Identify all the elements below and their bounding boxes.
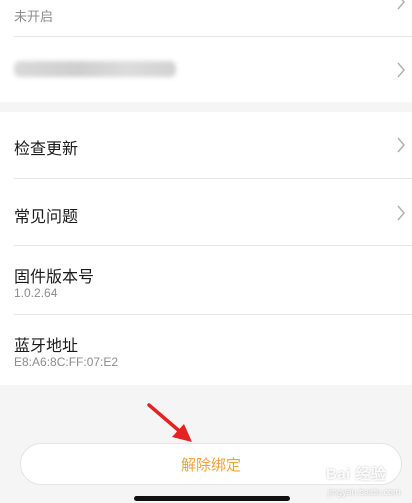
settings-group-top: 未开启 [0, 0, 412, 102]
baidu-watermark: Bai 经验 jingyan.baidu.com [324, 455, 406, 499]
faq-row[interactable]: 常见问题 [0, 179, 412, 245]
settings-group-device: 检查更新 常见问题 固件版本号 1.0.2.64 蓝牙地址 E8:A6:8C:F… [0, 112, 412, 385]
check-update-row[interactable]: 检查更新 [0, 112, 412, 178]
status-value: 未开启 [14, 9, 54, 24]
faq-label: 常见问题 [14, 209, 79, 226]
watermark-url: jingyan.baidu.com [328, 487, 401, 497]
bluetooth-value: E8:A6:8C:FF:07:E2 [14, 355, 119, 369]
bluetooth-row: 蓝牙地址 E8:A6:8C:FF:07:E2 [0, 315, 412, 385]
check-update-label: 检查更新 [14, 141, 79, 158]
home-indicator[interactable] [134, 496, 290, 501]
annotation-arrow-icon [147, 403, 192, 442]
status-row[interactable]: 未开启 [0, 0, 412, 36]
watermark-text: Bai 经验 [326, 466, 387, 483]
chevron-right-icon [397, 0, 405, 10]
firmware-label: 固件版本号 [14, 269, 95, 286]
blurred-label [14, 61, 176, 77]
chevron-right-icon [397, 205, 405, 221]
blurred-setting-row[interactable] [0, 37, 412, 102]
firmware-row: 固件版本号 1.0.2.64 [0, 246, 412, 314]
bluetooth-label: 蓝牙地址 [14, 338, 79, 355]
firmware-value: 1.0.2.64 [14, 286, 58, 300]
chevron-right-icon [397, 137, 405, 153]
chevron-right-icon [397, 62, 405, 78]
